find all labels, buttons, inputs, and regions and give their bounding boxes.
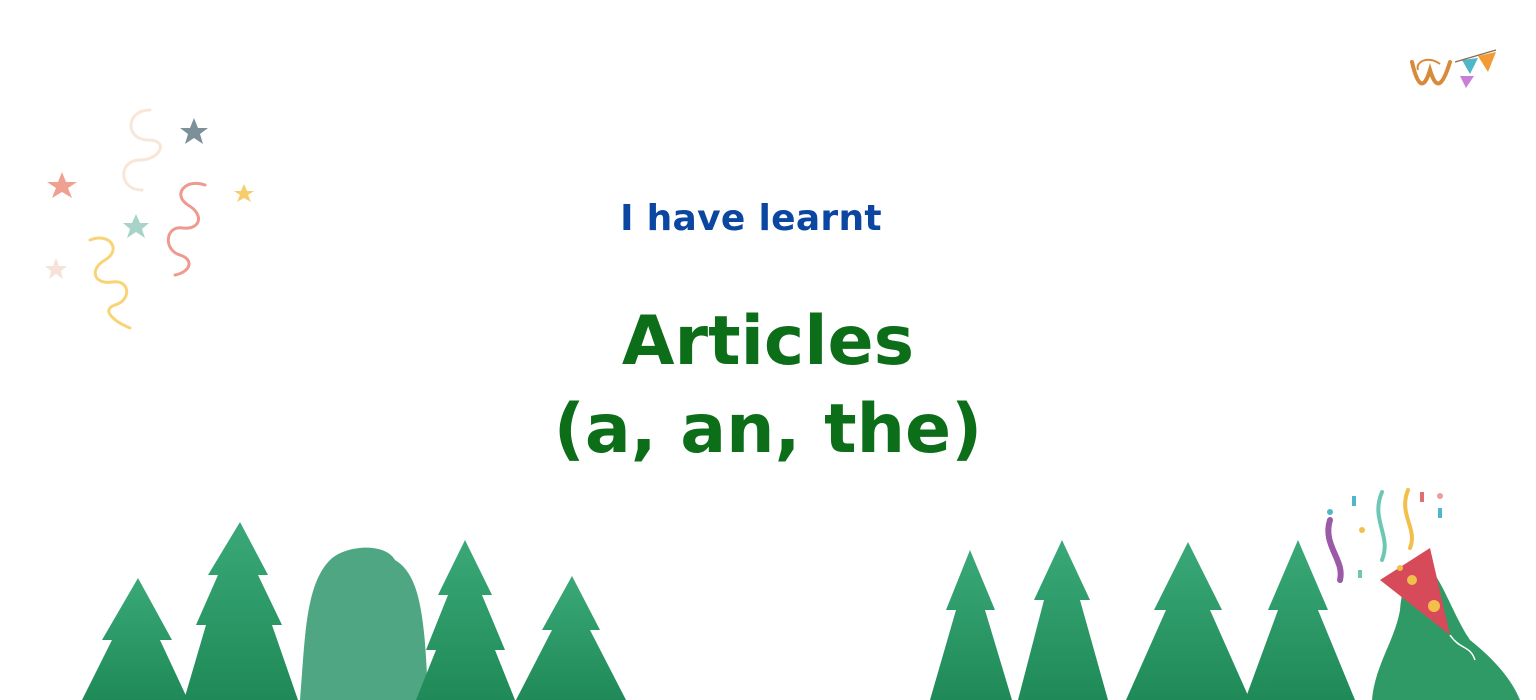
title-line-2: (a, an, the) (553, 390, 983, 469)
slide: I have learnt Articles (a, an, the) (0, 0, 1536, 700)
tree-icon (82, 522, 626, 700)
logo-icon (1410, 49, 1497, 88)
subtitle: I have learnt (620, 198, 882, 239)
page-title: Articles (a, an, the) (0, 298, 1536, 474)
title-line-1: Articles (621, 302, 915, 381)
